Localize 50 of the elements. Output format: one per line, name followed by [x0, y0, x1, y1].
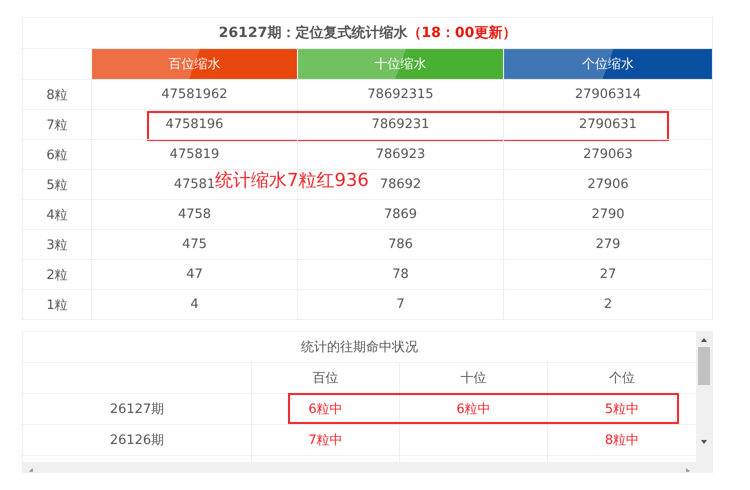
scrollbar-thumb[interactable] — [698, 347, 710, 385]
column-header: 百位 — [251, 363, 399, 393]
table-cell: 7869231 — [297, 110, 503, 139]
column-header: 十位缩水 — [297, 49, 503, 79]
table-cell: 475819 — [91, 140, 297, 169]
table-cell: 2790 — [503, 200, 712, 229]
row-label: 5粒 — [45, 176, 69, 194]
period-cell-text: 26127期 — [108, 401, 166, 419]
table-cell: 27906314 — [503, 80, 712, 109]
hit-count: 7粒中 — [308, 432, 343, 449]
column-header: 百位缩水 — [91, 49, 297, 79]
overlay-note: 统计缩水7粒红936 — [215, 169, 369, 192]
table-cell: 786923 — [297, 140, 503, 169]
row-label: 7粒 — [45, 116, 69, 134]
hit-count: 6粒中 — [308, 401, 343, 418]
table-cell: 78 — [297, 260, 503, 289]
table-cell: 47 — [91, 260, 297, 289]
row-label: 2粒 — [45, 266, 69, 284]
update-note: （18：00更新） — [407, 24, 516, 42]
table-cell: 786 — [297, 230, 503, 259]
table-cell: 475 — [91, 230, 297, 259]
table-cell: 279063 — [503, 140, 712, 169]
table-cell: 7 — [297, 290, 503, 319]
row-label: 8粒 — [45, 86, 69, 104]
period-cell-text: 26126期 — [108, 432, 166, 450]
table-cell: 2790631 — [503, 110, 712, 139]
table-cell: 279 — [503, 230, 712, 259]
column-header: 十位 — [399, 363, 547, 393]
table-cell: 4758 — [91, 200, 297, 229]
hit-count: 5粒中 — [604, 401, 640, 418]
table-cell: 78692315 — [297, 80, 503, 109]
table-cell: 7869 — [297, 200, 503, 229]
table-title: 统计的往期命中状况 — [23, 332, 696, 363]
hit-count: 8粒中 — [604, 432, 640, 449]
row-label: 4粒 — [45, 206, 69, 224]
table-cell: 4758196 — [91, 110, 297, 139]
hit-count: 6粒中 — [456, 401, 491, 418]
row-label: 6粒 — [45, 146, 69, 164]
column-header: 个位缩水 — [503, 49, 712, 79]
scroll-down-icon[interactable] — [700, 438, 708, 446]
table-cell: 47581962 — [91, 80, 297, 109]
row-label: 1粒 — [45, 296, 69, 314]
vertical-scrollbar[interactable] — [696, 332, 712, 472]
table-cell: 27 — [503, 260, 712, 289]
table-cell: 2 — [503, 290, 712, 319]
table-title: 26127期：定位复式统计缩水 — [218, 24, 408, 42]
table-cell: 4 — [91, 290, 297, 319]
table-cell: 27906 — [503, 170, 712, 199]
scroll-up-icon[interactable] — [700, 336, 708, 344]
row-label: 3粒 — [45, 236, 69, 254]
